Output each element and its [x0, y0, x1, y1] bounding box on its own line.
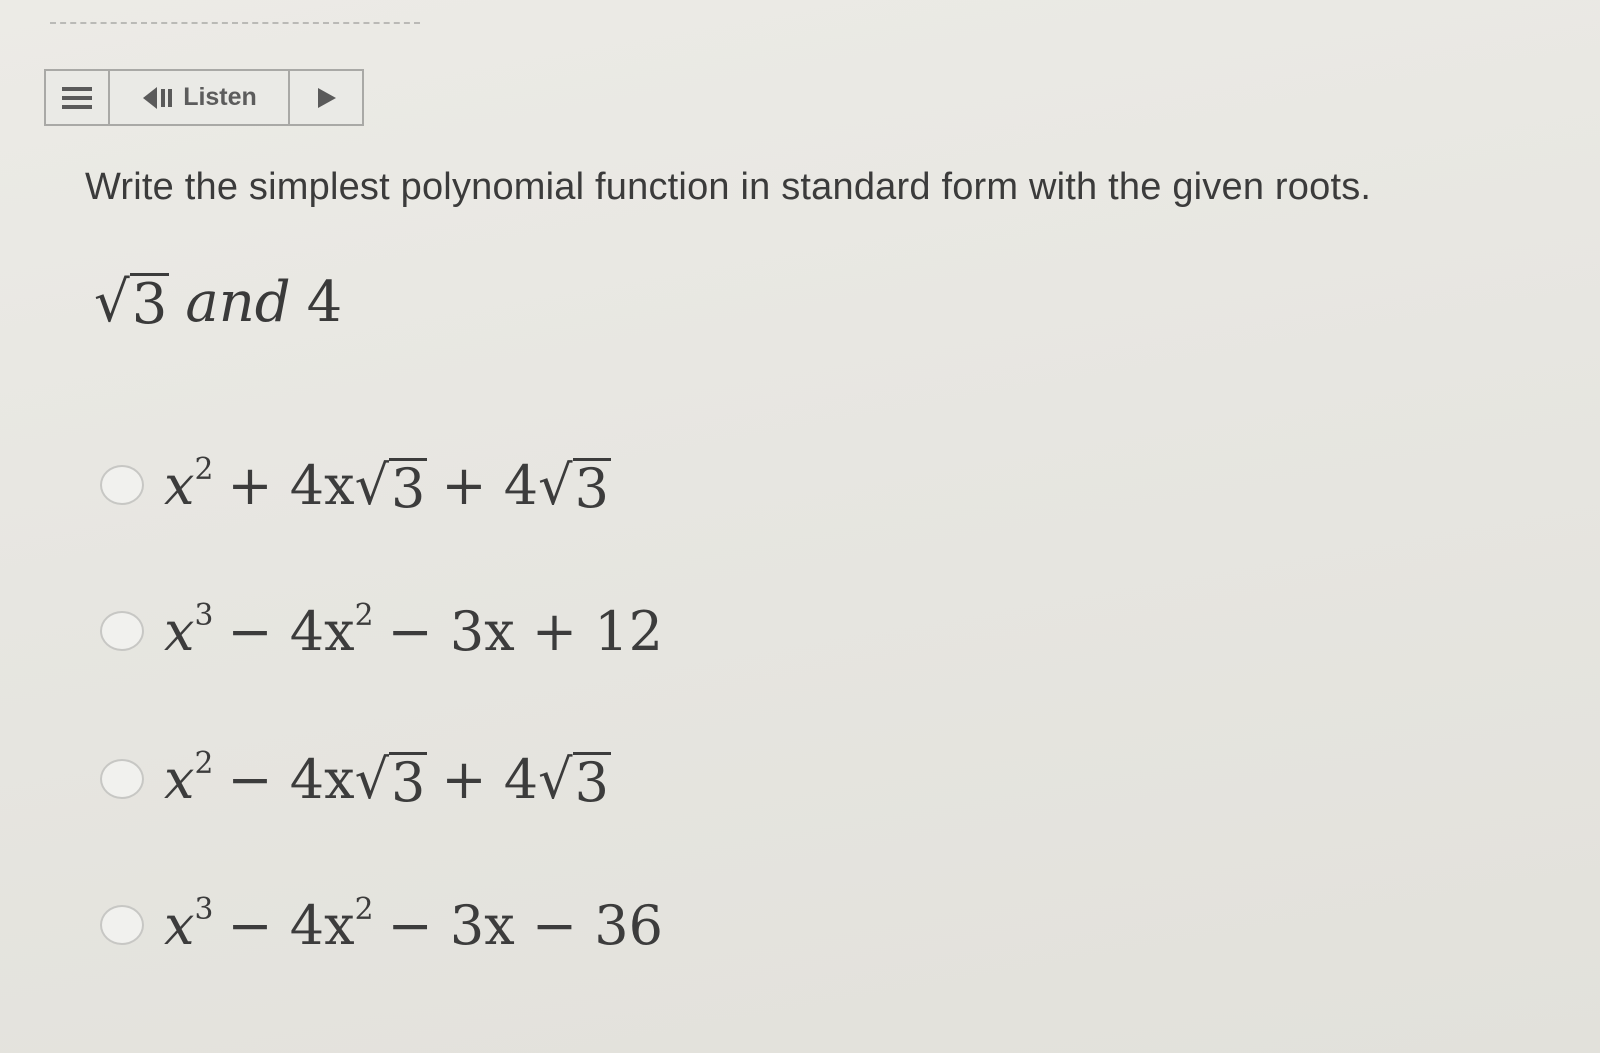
hamburger-menu-icon: [62, 86, 92, 109]
radical: √ 3: [538, 748, 611, 814]
exponent: 3: [194, 892, 214, 927]
radicand: 3: [572, 456, 611, 520]
option-expression: x3 − 4x2 − 3x − 36: [164, 892, 663, 957]
answer-option[interactable]: x2 + 4x √ 3 + 4 √ 3: [100, 452, 611, 517]
term: x: [164, 748, 195, 812]
term: − 4x: [227, 600, 355, 664]
top-divider: [50, 22, 420, 28]
radical: √ 3: [354, 454, 428, 520]
term: − 3x + 12: [387, 600, 663, 664]
radio-button[interactable]: [100, 464, 144, 505]
exponent: 3: [194, 598, 214, 633]
answer-option[interactable]: x3 − 4x2 − 3x − 36: [100, 892, 663, 957]
radio-button[interactable]: [100, 758, 144, 799]
answer-option[interactable]: x3 − 4x2 − 3x + 12: [100, 598, 663, 663]
question-prompt: Write the simplest polynomial function i…: [85, 166, 1372, 208]
exponent: 2: [354, 598, 374, 633]
radicand: 3: [389, 456, 428, 520]
root-sqrt: √ 3: [94, 270, 170, 338]
radio-button[interactable]: [100, 610, 144, 651]
term: − 3x − 36: [387, 894, 663, 958]
listen-toolbar: Listen: [44, 69, 364, 126]
listen-button[interactable]: Listen: [110, 71, 290, 124]
option-expression: x3 − 4x2 − 3x + 12: [164, 598, 663, 663]
radicand: 3: [572, 750, 611, 814]
speaker-icon: [143, 86, 173, 109]
play-icon: [318, 87, 336, 108]
term: + 4x: [227, 454, 355, 518]
radical: √ 3: [354, 748, 428, 814]
term: x: [164, 894, 195, 958]
answer-option[interactable]: x2 − 4x √ 3 + 4 √ 3: [100, 746, 611, 811]
term: + 4: [441, 454, 539, 518]
term: x: [164, 600, 195, 664]
term: − 4x: [227, 748, 355, 812]
option-expression: x2 + 4x √ 3 + 4 √ 3: [164, 452, 611, 517]
term: x: [164, 454, 195, 518]
roots-connector: and: [185, 270, 291, 335]
given-roots: √ 3 and 4: [94, 270, 342, 335]
radical: √ 3: [538, 454, 611, 520]
listen-label: Listen: [183, 83, 257, 111]
exponent: 2: [354, 892, 374, 927]
exponent: 2: [194, 746, 214, 781]
play-button[interactable]: [290, 71, 362, 124]
root1-radicand: 3: [129, 272, 170, 338]
radio-button[interactable]: [100, 904, 144, 945]
exponent: 2: [194, 452, 214, 487]
option-expression: x2 − 4x √ 3 + 4 √ 3: [164, 746, 611, 811]
root2-value: 4: [306, 270, 343, 335]
term: + 4: [441, 748, 539, 812]
radicand: 3: [389, 750, 428, 814]
menu-button[interactable]: [46, 71, 110, 124]
term: − 4x: [227, 894, 355, 958]
